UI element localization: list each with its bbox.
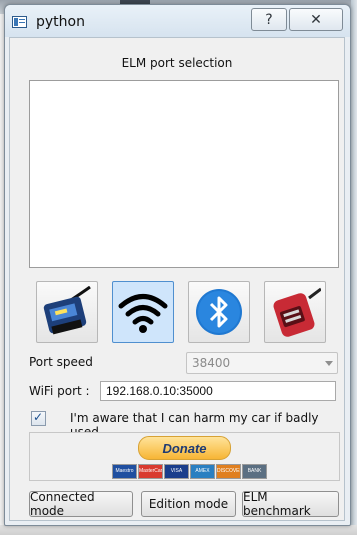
payment-card-icon: MasterCard xyxy=(138,464,163,479)
port-speed-select[interactable]: 38400 xyxy=(186,352,338,374)
connected-mode-button[interactable]: Connected mode xyxy=(29,490,133,518)
wifi-icon xyxy=(118,294,168,333)
usb-mode-button[interactable] xyxy=(36,281,98,343)
wifi-port-label: WiFi port : xyxy=(29,384,90,398)
python-app-icon xyxy=(12,16,27,28)
elm-benchmark-button[interactable]: ELM benchmark xyxy=(242,490,339,518)
obd-mode-button[interactable] xyxy=(264,281,326,343)
app-window: python ? ✕ ELM port selection Port speed… xyxy=(4,4,351,526)
donate-panel: Donate Maestro MasterCard VISA AMEX DISCOVER… xyxy=(29,432,340,481)
chevron-down-icon xyxy=(325,361,333,366)
payment-card-icon: VISA xyxy=(164,464,189,479)
port-speed-value: 38400 xyxy=(192,356,231,370)
window-title: python xyxy=(36,14,85,30)
elm-usb-adapter-icon xyxy=(43,286,91,335)
port-speed-label: Port speed xyxy=(29,355,93,369)
bluetooth-mode-button[interactable] xyxy=(188,281,250,343)
payment-cards: Maestro MasterCard VISA AMEX DISCOVER BANK xyxy=(112,464,267,479)
awareness-checkbox[interactable]: ✓ xyxy=(31,410,46,426)
payment-card-icon: Maestro xyxy=(112,464,137,479)
wifi-mode-button[interactable] xyxy=(112,281,174,343)
payment-card-icon: DISCOVER xyxy=(216,464,241,479)
desktop-background-edge xyxy=(351,0,357,535)
main-panel: ELM port selection Port speed 38400 WiFi… xyxy=(9,37,345,521)
wifi-port-input[interactable] xyxy=(100,381,336,401)
help-icon: ? xyxy=(265,11,273,28)
edition-mode-button[interactable]: Edition mode xyxy=(141,491,236,517)
title-bar[interactable]: python ? ✕ xyxy=(5,5,350,37)
close-icon: ✕ xyxy=(310,11,322,28)
obd-cable-icon xyxy=(273,287,321,337)
port-list[interactable] xyxy=(29,80,339,268)
donate-button[interactable]: Donate xyxy=(138,436,231,460)
check-icon: ✓ xyxy=(33,410,44,424)
bluetooth-icon xyxy=(196,289,242,335)
payment-card-icon: AMEX xyxy=(190,464,215,479)
desktop-taskbar-edge xyxy=(0,525,357,535)
payment-card-icon: BANK xyxy=(242,464,267,479)
port-selection-label: ELM port selection xyxy=(121,56,233,70)
close-button[interactable]: ✕ xyxy=(289,8,343,31)
help-button[interactable]: ? xyxy=(251,8,287,31)
